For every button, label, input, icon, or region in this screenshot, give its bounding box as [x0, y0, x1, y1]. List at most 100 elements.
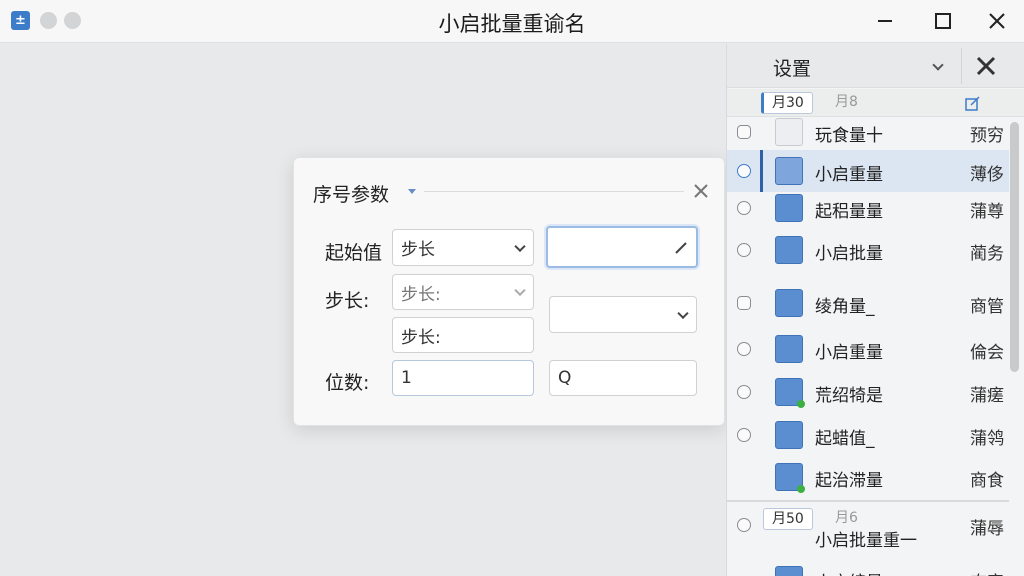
step-select[interactable]: 步长:	[392, 274, 534, 310]
file-name: 荒绍犄是	[815, 386, 883, 406]
row-radio[interactable]	[737, 125, 751, 139]
panel-close-button[interactable]	[975, 55, 997, 77]
step-select-text: 步长:	[401, 284, 441, 305]
caret-down-icon[interactable]	[408, 189, 416, 194]
row-radio[interactable]	[737, 296, 751, 310]
file-name: 小启重量	[815, 165, 883, 185]
minimize-button[interactable]	[868, 6, 902, 36]
header-divider	[961, 48, 962, 84]
file-column: 商管	[970, 297, 1004, 317]
row-radio[interactable]	[737, 428, 751, 442]
chevron-down-icon	[677, 307, 689, 319]
file-name: 起稆量量	[815, 202, 883, 222]
digits-label: 位数:	[325, 372, 370, 394]
list-item[interactable]: 起稆量量 蒲尊	[727, 187, 1009, 229]
scroll-thumb[interactable]	[1010, 122, 1019, 372]
image-icon	[775, 236, 803, 264]
up-arrow-icon	[775, 421, 803, 449]
panel-title: 设置	[773, 58, 812, 80]
file-name: 玩食量十	[815, 126, 883, 146]
list-item[interactable]: 小启批量重一 蒲辱	[727, 504, 1009, 551]
panel-scrollbar[interactable]	[1008, 90, 1021, 570]
row-radio[interactable]	[737, 518, 751, 532]
up-arrow-icon	[775, 289, 803, 317]
start-select-text: 步长	[401, 240, 435, 260]
chevron-down-icon[interactable]	[932, 59, 944, 71]
row-radio[interactable]	[737, 342, 751, 356]
file-name: 起治滞量	[815, 471, 883, 491]
maximize-button[interactable]	[926, 6, 960, 36]
close-icon	[976, 56, 996, 76]
dialog-title: 序号参数	[313, 184, 390, 206]
pencil-icon	[675, 242, 687, 254]
file-column: 蒲瘥	[970, 386, 1004, 406]
list-item[interactable]: 荒绍犄是 蒲瘥	[727, 371, 1009, 413]
file-column: 薄侈	[970, 165, 1004, 185]
edit-icon[interactable]	[965, 96, 981, 112]
up-arrow-icon	[775, 335, 803, 363]
file-name: 小启编量	[815, 568, 883, 576]
close-icon	[989, 13, 1005, 29]
file-column: 蒲尊	[970, 202, 1004, 222]
dialog-close-button[interactable]	[692, 182, 710, 200]
status-dot-icon	[797, 400, 805, 408]
app-logo-icon: ±	[11, 11, 30, 30]
digits-extra-text: Q	[558, 368, 572, 388]
file-column: 预穷	[970, 126, 1004, 146]
maximize-icon	[935, 13, 951, 29]
digits-input[interactable]: 1	[392, 360, 534, 396]
doc-blue-icon	[775, 157, 803, 185]
file-name: 小启批量重一	[815, 531, 917, 551]
step-dropdown[interactable]	[549, 296, 697, 333]
step-input-text: 步长:	[401, 327, 441, 348]
row-radio[interactable]	[737, 385, 751, 399]
minimize-icon	[878, 20, 892, 22]
start-value-label: 起始值	[325, 242, 383, 264]
sequence-params-dialog: 序号参数 起始值 步长 步长: 步长: 步长: 位数: 1 Q	[293, 157, 725, 426]
file-name: 小启批量	[815, 244, 883, 264]
title-divider	[424, 191, 684, 192]
row-radio[interactable]	[737, 201, 751, 215]
up-arrow-icon	[775, 378, 805, 408]
list-item[interactable]: 小启重量 倫会	[727, 328, 1009, 370]
digits-input-text: 1	[401, 368, 412, 388]
list-item-selected[interactable]: 小启重量 薄侈	[727, 150, 1009, 192]
start-value-select[interactable]: 步长	[392, 229, 534, 266]
section-divider	[727, 500, 1009, 502]
list-item[interactable]: 绫角量_ 商管	[727, 282, 1009, 324]
file-column: 蒲鸰	[970, 429, 1004, 449]
close-button[interactable]	[980, 6, 1014, 36]
step-input[interactable]: 步长:	[392, 317, 534, 353]
doc-icon	[775, 118, 803, 146]
image-icon	[775, 566, 803, 576]
file-column: 奋旁	[970, 568, 1004, 576]
panel-header: 设置	[727, 44, 1024, 88]
file-name: 起蜡值_	[815, 429, 875, 449]
file-name: 小启重量	[815, 343, 883, 363]
digits-extra-input[interactable]: Q	[549, 360, 697, 396]
image-icon	[775, 194, 803, 222]
list-item[interactable]: 起治滞量 商食	[727, 456, 1009, 498]
chevron-down-icon	[514, 240, 526, 252]
file-column: 蔺务	[970, 244, 1004, 264]
maximize-dot-icon[interactable]	[64, 12, 81, 29]
file-name: 绫角量_	[815, 297, 875, 317]
chevron-down-icon	[514, 284, 526, 297]
file-column: 倫会	[970, 343, 1004, 363]
list-item[interactable]: 玩食量十 预穷	[727, 111, 1009, 153]
close-icon	[694, 184, 708, 198]
start-value-input[interactable]	[546, 226, 698, 268]
step-label: 步长:	[325, 290, 370, 312]
row-radio[interactable]	[737, 164, 751, 178]
list-item[interactable]: 小启批量 蔺务	[727, 229, 1009, 271]
up-arrow-icon	[775, 463, 805, 493]
list-item[interactable]: 小启编量 奋旁	[727, 552, 1009, 576]
row-radio[interactable]	[737, 243, 751, 257]
status-dot-icon	[797, 485, 805, 493]
settings-panel: 设置 月30 月8 玩食量十 预穷 小启重量 薄侈 起稆量量 蒲尊 小启批量 蔺…	[726, 44, 1024, 576]
minimize-dot-icon[interactable]	[40, 12, 57, 29]
title-bar: ± 小启批量重谕名	[0, 0, 1024, 43]
file-column: 商食	[970, 471, 1004, 491]
file-column: 蒲辱	[970, 519, 1004, 539]
list-item[interactable]: 起蜡值_ 蒲鸰	[727, 414, 1009, 456]
